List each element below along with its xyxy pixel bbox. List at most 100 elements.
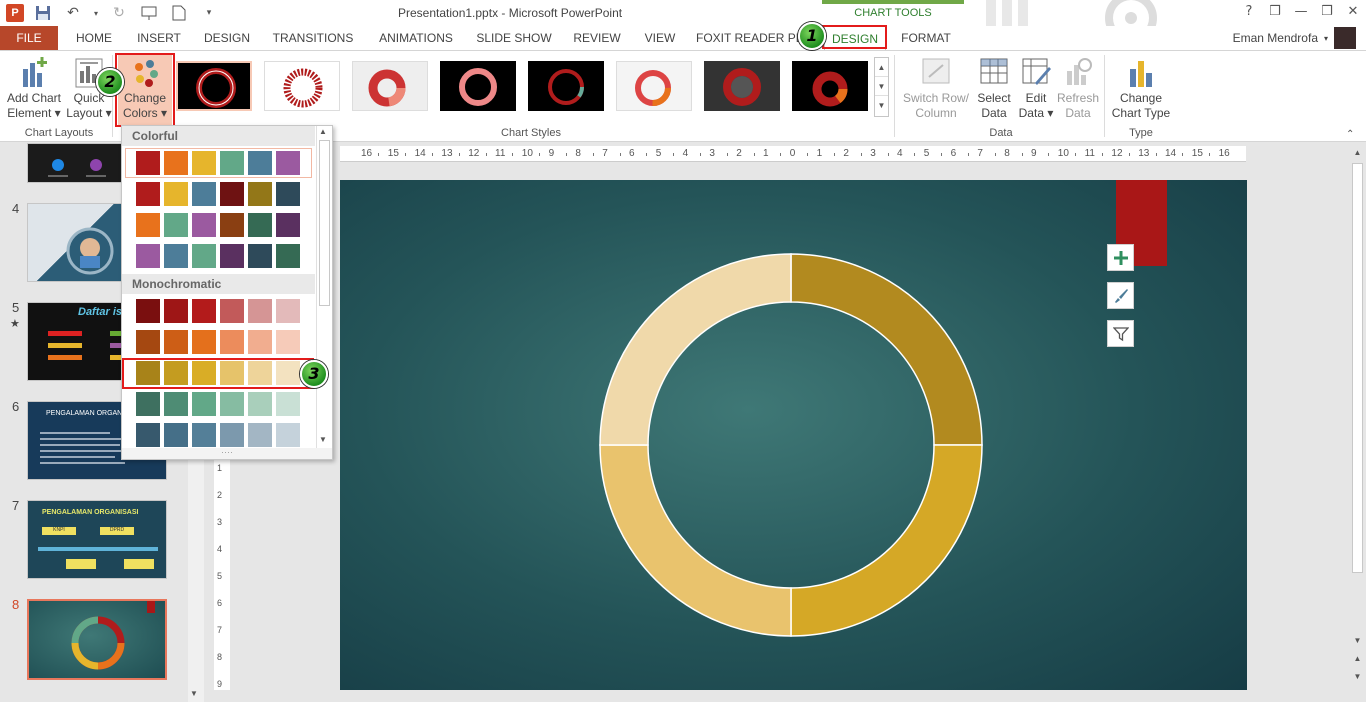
main-vertical-scrollbar[interactable]: ▲ ▼ ▲ ▼ [1349,143,1366,702]
donut-slice[interactable] [790,444,983,637]
chart-style-8[interactable] [792,61,868,111]
user-name[interactable]: Eman Mendrofa [1233,31,1318,45]
gallery-up-icon[interactable]: ▲ [875,58,888,77]
color-swatch [220,213,244,237]
select-data-label-2: Data [981,106,1007,120]
monochromatic-palette-row-4[interactable] [136,392,300,416]
change-chart-type-button[interactable]: Change Chart Type [1108,57,1174,121]
color-swatch [192,151,216,175]
scroll-up-icon[interactable]: ▲ [1350,145,1365,160]
chart-elements-button[interactable] [1107,244,1134,271]
ruler-tick-label: 10 [1057,148,1069,159]
colorful-palette-row-3[interactable] [136,213,300,237]
chart-style-7[interactable] [704,61,780,111]
gallery-down-icon[interactable]: ▼ [875,77,888,96]
previous-slide-icon[interactable]: ▲ [1350,651,1365,666]
ruler-tick-label: 13 [441,148,453,159]
color-swatch [164,392,188,416]
colorful-palette-row-2[interactable] [136,182,300,206]
ruler-tick [458,153,460,156]
user-dropdown-icon[interactable]: ▾ [1324,34,1328,43]
monochromatic-palette-row-5[interactable] [136,423,300,447]
gallery-more-icon[interactable]: ▼ [875,96,888,115]
colorful-palette-row-4[interactable] [136,244,300,268]
dropdown-scroll-down-icon[interactable]: ▼ [319,435,327,444]
restore-button[interactable]: ❒ [1314,2,1340,22]
slide-canvas[interactable] [340,180,1247,690]
scroll-thumb[interactable] [1352,163,1363,573]
new-file-icon[interactable] [168,3,190,23]
slide-thumb-7[interactable]: PENGALAMAN ORGANISASI KNPI DPRD [27,500,167,579]
chart-style-4[interactable] [440,61,516,111]
ruler-tick-label: 1 [763,148,769,159]
tab-design[interactable]: DESIGN [200,26,254,50]
ruler-tick-label: 5 [217,571,223,581]
chart-style-6[interactable] [616,61,692,111]
chart-styles-gallery-scroll[interactable]: ▲ ▼ ▼ [874,57,889,117]
customize-qat-icon[interactable]: ▾ [198,3,220,23]
tab-home[interactable]: HOME [70,26,118,50]
tab-chart-format[interactable]: FORMAT [896,26,956,50]
next-slide-icon[interactable]: ▼ [1350,669,1365,684]
dropdown-resize-grip[interactable]: ···· [122,448,332,459]
color-swatch [192,423,216,447]
dropdown-scroll-up-icon[interactable]: ▲ [319,127,327,136]
ribbon-display-options-button[interactable]: ❒ [1262,2,1288,22]
monochromatic-palette-row-2[interactable] [136,330,300,354]
slide-thumb-8[interactable] [27,599,167,680]
select-data-button[interactable]: Select Data [974,57,1014,121]
color-swatch [276,330,300,354]
tab-view[interactable]: VIEW [640,26,680,50]
refresh-data-button[interactable]: Refresh Data [1056,57,1100,121]
dropdown-scrollbar[interactable]: ▲ ▼ [316,126,332,448]
chart-styles-button[interactable] [1107,282,1134,309]
ruler-tick [968,153,969,156]
edit-data-icon [1021,57,1051,89]
chart-style-5[interactable] [528,61,604,111]
tab-animations[interactable]: ANIMATIONS [372,26,460,50]
tab-foxit-reader-pdf[interactable]: FOXIT READER PDF [696,26,806,50]
group-label-chart-layouts: Chart Layouts [24,127,94,139]
add-chart-element-button[interactable]: Add Chart Element ▾ [4,57,64,121]
ruler-tick-label: 7 [217,625,223,635]
scroll-down-icon[interactable]: ▼ [1350,633,1365,648]
chart-style-1[interactable] [176,61,252,111]
scroll-down-icon[interactable]: ▼ [190,689,198,698]
color-swatch [136,244,160,268]
edit-data-button[interactable]: Edit Data ▾ [1016,57,1056,121]
donut-slice[interactable] [599,253,792,446]
horizontal-ruler: 16 15 14 13 12 11 10 9 8 7 6 5 4 3 2 1 0 1 2 3 4 5 6 7 8 9 10 11 12 1… [340,146,1246,162]
dropdown-scroll-thumb[interactable] [319,140,330,306]
chart-style-3[interactable] [352,61,428,111]
close-button[interactable]: ✕ [1340,2,1366,22]
avatar[interactable] [1334,27,1356,49]
present-icon[interactable] [138,3,160,23]
chart-filters-button[interactable] [1107,320,1134,347]
collapse-ribbon-icon[interactable]: ⌃ [1346,129,1354,140]
colorful-palette-row-1[interactable] [136,151,300,175]
help-button[interactable]: ? [1236,2,1262,22]
color-swatch [276,299,300,323]
tab-review[interactable]: REVIEW [570,26,624,50]
ruler-tick [1075,153,1077,156]
tab-transitions[interactable]: TRANSITIONS [270,26,356,50]
add-chart-element-icon [19,57,49,89]
save-icon[interactable] [32,3,54,23]
powerpoint-app-icon[interactable]: P [6,4,24,22]
color-swatch [276,151,300,175]
undo-icon[interactable]: ↶ [62,3,84,23]
redo-icon[interactable]: ↻ [108,3,130,23]
switch-row-column-label-2: Column [915,106,957,120]
chart-style-2[interactable] [264,61,340,111]
switch-row-column-button[interactable]: Switch Row/ Column [900,57,972,121]
donut-slice[interactable] [599,444,792,637]
tab-insert[interactable]: INSERT [134,26,184,50]
donut-slice[interactable] [790,253,983,446]
ruler-tick [1048,153,1050,156]
undo-dropdown-icon[interactable]: ▾ [92,3,100,23]
monochromatic-palette-row-1[interactable] [136,299,300,323]
tab-file[interactable]: FILE [0,26,58,50]
tab-slide-show[interactable]: SLIDE SHOW [476,26,552,50]
minimize-button[interactable]: — [1288,2,1314,22]
ruler-tick-label: 13 [1138,148,1150,159]
